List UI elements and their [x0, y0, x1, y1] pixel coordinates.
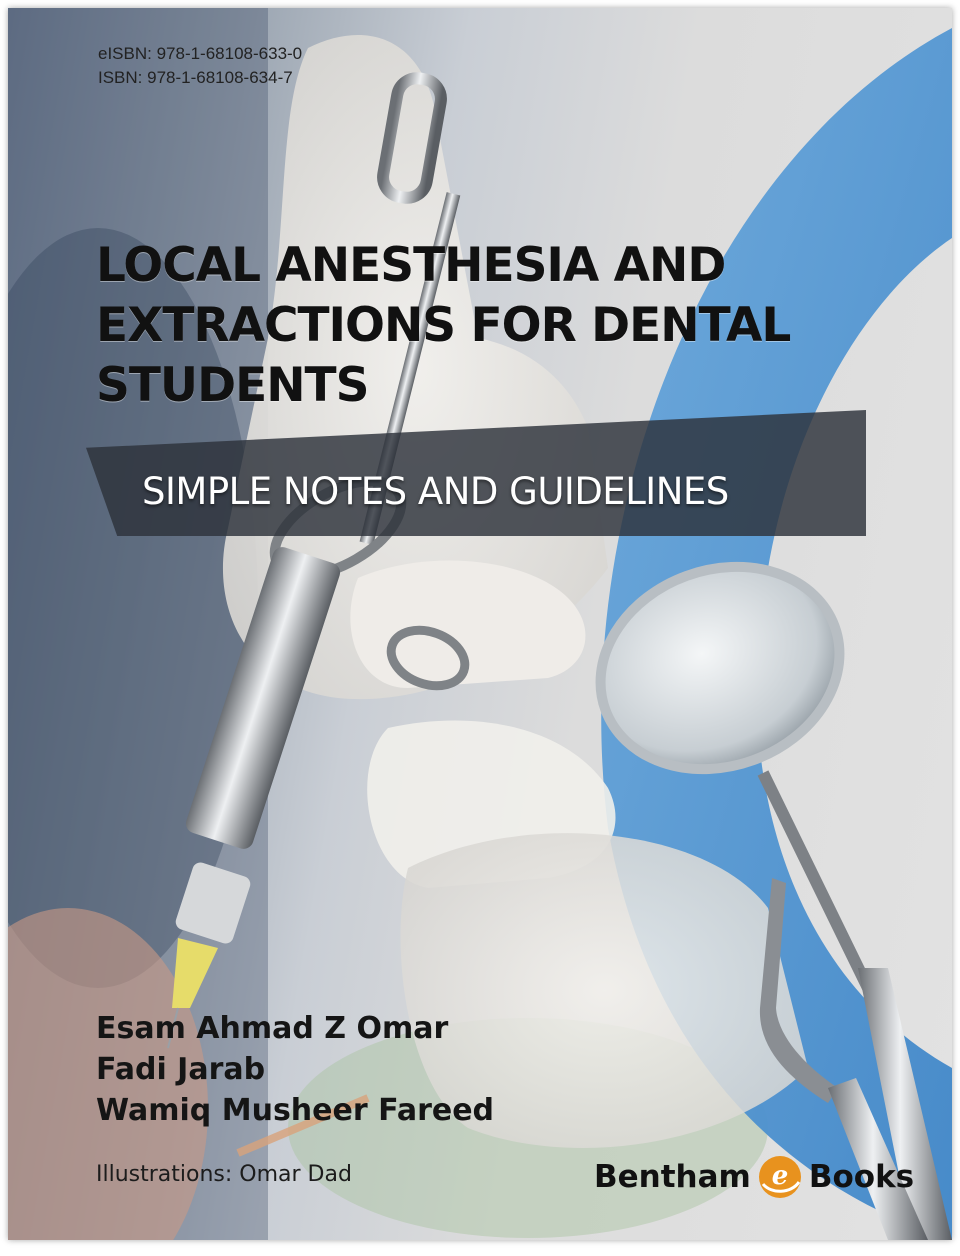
- author-list: Esam Ahmad Z Omar Fadi Jarab Wamiq Mushe…: [96, 1008, 494, 1131]
- author-name: Wamiq Musheer Fareed: [96, 1093, 495, 1128]
- publisher-logo: Bentham e Books: [594, 1154, 914, 1200]
- isbn-text: ISBN: 978-1-68108-634-7: [98, 68, 293, 87]
- title-line: LOCAL ANESTHESIA AND: [96, 238, 726, 293]
- eisbn-text: eISBN: 978-1-68108-633-0: [98, 44, 303, 63]
- author-name: Esam Ahmad Z Omar: [96, 1011, 449, 1046]
- book-title: LOCAL ANESTHESIA AND EXTRACTIONS FOR DEN…: [96, 236, 876, 416]
- title-line: EXTRACTIONS FOR DENTAL: [96, 298, 791, 353]
- publisher-name-right: Books: [808, 1159, 915, 1195]
- illustrations-credit: Illustrations: Omar Dad: [96, 1162, 352, 1187]
- book-subtitle: SIMPLE NOTES AND GUIDELINES: [142, 470, 729, 513]
- title-line: STUDENTS: [96, 358, 369, 413]
- logo-letter: e: [772, 1161, 789, 1191]
- book-cover: eISBN: 978-1-68108-633-0 ISBN: 978-1-681…: [8, 8, 952, 1240]
- publisher-name-left: Bentham: [594, 1159, 751, 1195]
- bentham-e-logo: e: [758, 1156, 801, 1198]
- isbn-block: eISBN: 978-1-68108-633-0 ISBN: 978-1-681…: [98, 42, 302, 90]
- author-name: Fadi Jarab: [96, 1052, 266, 1087]
